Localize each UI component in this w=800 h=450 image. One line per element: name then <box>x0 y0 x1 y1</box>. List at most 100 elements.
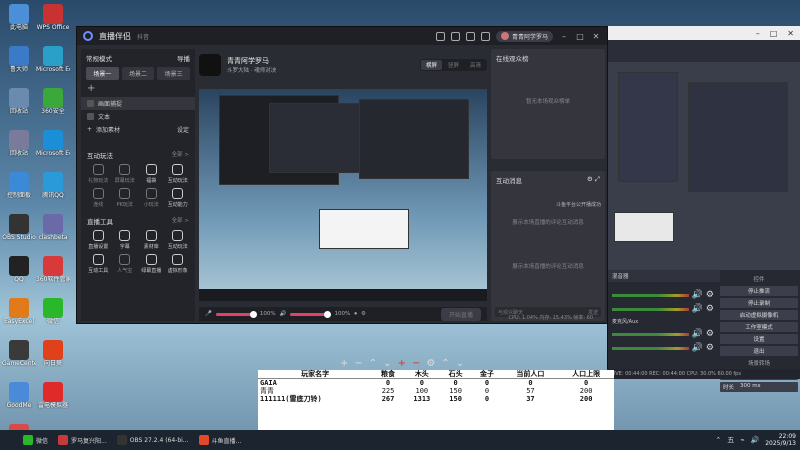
settings-icon[interactable]: ⚙ ⤢ <box>587 175 600 185</box>
feature-item[interactable]: 直播设置 <box>85 230 112 250</box>
remove-icon[interactable]: − <box>412 358 420 369</box>
start-icon[interactable] <box>4 435 14 445</box>
up-icon[interactable]: ⌃ <box>441 358 449 369</box>
scene-tab-1[interactable]: 场景一 <box>86 67 119 80</box>
notification-icon[interactable] <box>465 31 475 41</box>
volume-icon[interactable]: 🔊 <box>692 304 703 314</box>
desktop-icon[interactable]: 鲁大师 <box>2 46 36 86</box>
taskbar-app[interactable]: 罗马复兴阳... <box>55 432 110 448</box>
desktop-icon[interactable]: Microsoft Edge <box>36 46 70 86</box>
down-icon[interactable]: ⌄ <box>383 358 391 369</box>
settings-icon[interactable]: ⚙ <box>361 311 366 317</box>
desktop-icon[interactable]: 控制面板 <box>2 172 36 212</box>
studio-mode-button[interactable]: 工作室模式 <box>720 322 798 332</box>
desktop-icon[interactable]: QQ <box>2 256 36 296</box>
feature-item[interactable]: 福袋 <box>138 164 165 184</box>
desktop-icon[interactable]: EasyExcel <box>2 298 36 338</box>
desktop-icon[interactable]: 腾讯QQ <box>36 172 70 212</box>
feature-item[interactable]: PK玩法 <box>112 188 139 208</box>
message-icon[interactable] <box>450 31 460 41</box>
desktop-icon[interactable]: 360安全 <box>36 88 70 128</box>
desktop-icon[interactable]: GoodMe <box>2 382 36 422</box>
tab-hd[interactable]: 高清 <box>465 60 486 70</box>
exit-button[interactable]: 退出 <box>720 346 798 356</box>
desktop-icon[interactable]: WPS Office <box>36 4 70 44</box>
record-icon[interactable]: ⏺ <box>354 311 357 318</box>
minimize-icon[interactable]: – <box>559 32 569 41</box>
add-icon[interactable]: + <box>398 358 406 369</box>
go-live-button[interactable]: 开始直播 <box>440 307 481 321</box>
settings-button[interactable]: 设置 <box>720 334 798 344</box>
mode-select[interactable]: 常规模式 <box>86 53 112 63</box>
gear-icon[interactable]: ⚙ <box>706 343 714 353</box>
channel-tag[interactable]: 斗罗大陆 · 魂师对决 <box>227 66 276 74</box>
feature-item[interactable]: 字幕 <box>112 230 139 250</box>
broadcast-icon[interactable] <box>435 31 445 41</box>
interactive-more-link[interactable]: 全部 > <box>172 150 189 160</box>
gear-icon[interactable]: ⚙ <box>426 358 435 369</box>
duration-input[interactable]: 300 ms <box>740 383 760 391</box>
desktop-icon[interactable]: 360软件管家 <box>36 256 70 296</box>
virtual-camera-button[interactable]: 启动虚拟摄像机 <box>720 310 798 320</box>
close-icon[interactable]: ✕ <box>787 29 794 38</box>
feature-item[interactable]: 互动玩法 <box>165 164 192 184</box>
desktop-icon[interactable]: 此电脑 <box>2 4 36 44</box>
volume-icon[interactable]: 🔊 <box>692 343 703 353</box>
user-menu[interactable]: 青青阿学罗马 <box>495 30 553 42</box>
desktop-icon[interactable]: Microsoft Edge <box>36 130 70 170</box>
feature-item[interactable]: 人气宝 <box>112 254 139 274</box>
obs-preview[interactable] <box>608 62 800 272</box>
volume-icon[interactable]: 🔊 <box>692 290 703 300</box>
scene-tab-2[interactable]: 场景二 <box>121 67 155 80</box>
gear-icon[interactable]: ⚙ <box>706 329 714 339</box>
maximize-icon[interactable]: □ <box>770 29 778 38</box>
ime-indicator[interactable]: 五 <box>727 435 734 445</box>
desktop-icon[interactable]: OBS Studio <box>2 214 36 254</box>
desktop-icon[interactable]: 微信 <box>36 298 70 338</box>
desktop-icon[interactable]: 回收站 <box>2 130 36 170</box>
taskbar-app[interactable]: 斗鱼直播... <box>196 432 245 448</box>
mic-volume-slider[interactable] <box>215 310 257 318</box>
speaker-icon[interactable]: 🔊 <box>280 311 287 317</box>
stop-streaming-button[interactable]: 停止推流 <box>720 286 798 296</box>
scene-tab-3[interactable]: 场景三 <box>157 67 191 80</box>
desktop-icon[interactable]: 雷电模拟器 <box>36 382 70 422</box>
desktop-icon[interactable]: GameCenter <box>2 340 36 380</box>
down-icon[interactable]: ⌄ <box>456 358 464 369</box>
feature-item[interactable]: 屏幕玩法 <box>112 164 139 184</box>
feature-item[interactable]: 礼物玩法 <box>85 164 112 184</box>
desktop-icon[interactable]: clashbeta <box>36 214 70 254</box>
gear-icon[interactable]: ⚙ <box>706 290 714 300</box>
add-icon[interactable]: + <box>340 358 348 369</box>
up-icon[interactable]: ⌃ <box>369 358 377 369</box>
stop-recording-button[interactable]: 停止录制 <box>720 298 798 308</box>
add-source-row[interactable]: + 添加素材 设定 <box>81 123 195 136</box>
chevron-up-icon[interactable]: ⌃ <box>715 436 721 444</box>
close-icon[interactable]: ✕ <box>591 32 601 41</box>
remove-icon[interactable]: − <box>354 358 362 369</box>
help-icon[interactable] <box>480 31 490 41</box>
source-item[interactable]: 文本 <box>81 110 195 123</box>
feature-item[interactable]: 素材库 <box>138 230 165 250</box>
tab-portrait[interactable]: 竖屏 <box>443 60 464 70</box>
feature-item[interactable]: 互动能力 <box>165 188 192 208</box>
maximize-icon[interactable]: □ <box>575 32 585 41</box>
source-item[interactable]: 画面捕捉 <box>81 97 195 110</box>
desktop-icon[interactable]: 回收站 <box>2 88 36 128</box>
source-settings-link[interactable]: 设定 <box>177 125 189 134</box>
feature-item[interactable]: 绿幕直播 <box>138 254 165 274</box>
stream-preview[interactable] <box>199 89 487 301</box>
feature-item[interactable]: 小玩法 <box>138 188 165 208</box>
desktop-icon[interactable]: 向日葵 <box>36 340 70 380</box>
network-icon[interactable]: ⌁ <box>740 436 744 444</box>
volume-icon[interactable]: 🔊 <box>692 329 703 339</box>
clock[interactable]: 22:09 2025/9/13 <box>765 433 796 447</box>
add-scene-icon[interactable]: + <box>81 80 195 97</box>
feature-item[interactable]: 连线 <box>85 188 112 208</box>
tab-landscape[interactable]: 横屏 <box>420 60 442 70</box>
microphone-icon[interactable]: 🎤 <box>205 311 212 317</box>
director-button[interactable]: 导播 <box>177 53 190 63</box>
taskbar-app[interactable]: 微信 <box>20 432 51 448</box>
volume-icon[interactable]: 🔊 <box>751 436 760 444</box>
feature-item[interactable]: 虚拟形象 <box>165 254 192 274</box>
